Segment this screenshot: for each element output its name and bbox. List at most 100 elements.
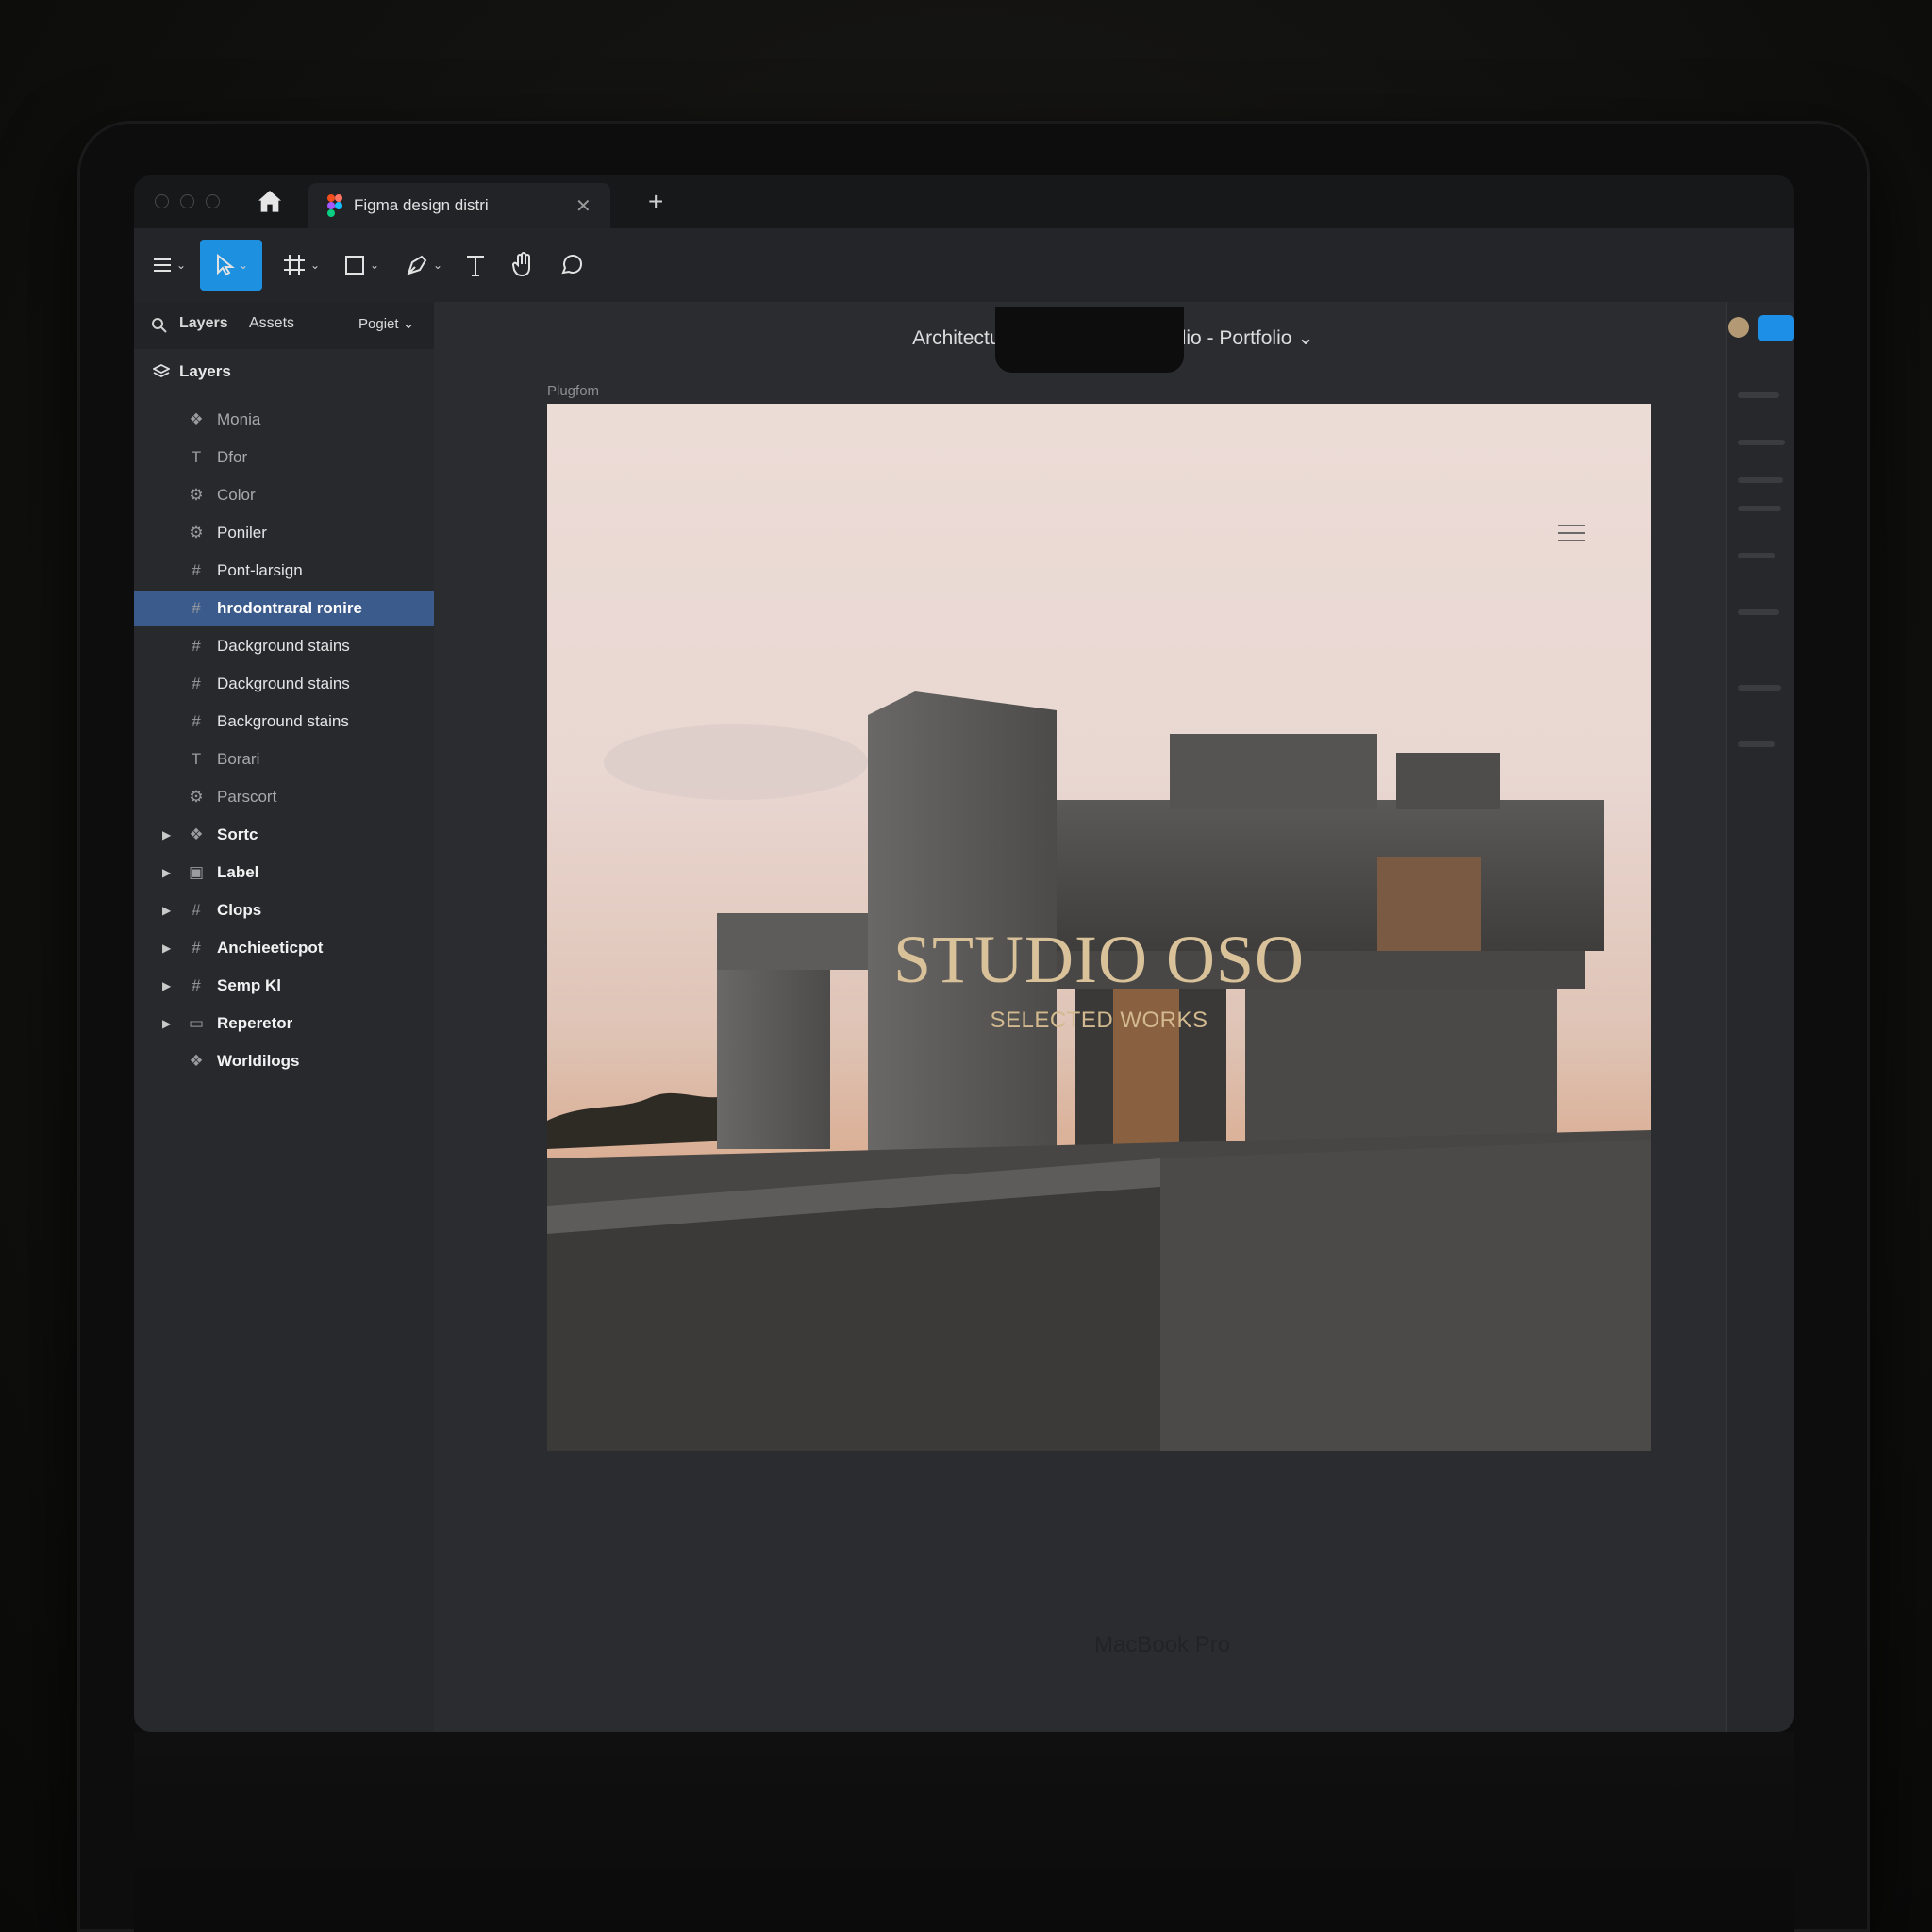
component-icon: ❖: [189, 825, 204, 843]
tab-assets[interactable]: Assets: [249, 315, 294, 332]
home-icon[interactable]: [255, 187, 285, 217]
frame-icon: #: [192, 976, 201, 994]
page-selector[interactable]: Pogiet ⌄: [358, 315, 414, 332]
text-icon: T: [191, 750, 202, 768]
browser-tab-bar: Figma design distri ✕ +: [134, 175, 1794, 228]
style-icon: ⚙: [189, 524, 204, 541]
layers-header-label: Layers: [179, 362, 231, 380]
expand-caret-icon[interactable]: ▶: [162, 828, 171, 841]
hero-title: STUDIO OSO: [892, 922, 1306, 997]
rectangle-icon: [344, 256, 364, 275]
layer-label: Worldilogs: [217, 1052, 300, 1070]
hand-tool-button[interactable]: [504, 240, 541, 291]
position-row[interactable]: [1738, 477, 1783, 483]
layers-panel: Layers ❖ Monia T Dfor ⚙ Color ⚙ Poniler # Pont-la…: [134, 349, 435, 1732]
layer-row[interactable]: ⚙ Poniler: [134, 515, 434, 551]
size-row[interactable]: [1738, 506, 1781, 511]
layer-label: Label: [217, 863, 259, 881]
comment-bubble-icon: [561, 255, 582, 275]
move-tool-button[interactable]: ⌄: [200, 240, 262, 291]
pen-nib-icon: [407, 255, 427, 275]
layer-label: Dackground stains: [217, 675, 350, 692]
expand-caret-icon[interactable]: ▶: [162, 866, 171, 879]
figma-window: Figma design distri ✕ + ⌄ ⌄ ⌄ ⌄ ⌄ Layers…: [134, 175, 1794, 1732]
cursor-arrow-icon: [216, 254, 235, 276]
style-icon: ⚙: [189, 486, 204, 504]
layer-row[interactable]: ⚙ Parscort: [134, 779, 434, 815]
stroke-section[interactable]: [1738, 685, 1781, 691]
frame-grid-icon: [283, 255, 305, 275]
tab-title: Figma design distri: [354, 196, 489, 214]
window-controls: [155, 194, 220, 208]
frame-icon: #: [192, 675, 201, 692]
layer-label: Sortc: [217, 825, 258, 843]
site-menu-icon[interactable]: [1558, 525, 1585, 547]
tab-layers[interactable]: Layers: [179, 315, 228, 332]
layer-section[interactable]: [1738, 553, 1775, 558]
layer-label: hrodontraral ronire: [217, 599, 362, 617]
layers-stack-icon: [153, 363, 170, 378]
layer-label: Dfor: [217, 448, 248, 466]
expand-caret-icon[interactable]: ▶: [162, 904, 171, 917]
design-canvas[interactable]: Architecturial Visualization studio - Po…: [434, 302, 1726, 1732]
device-brand-label: MacBook Pro: [1094, 1632, 1231, 1657]
effects-section[interactable]: [1738, 741, 1775, 747]
layer-row[interactable]: ❖ Monia: [134, 402, 434, 438]
portfolio-frame[interactable]: STUDIO OSO SELECTED WORKS: [547, 404, 1651, 1451]
image-icon: ▣: [188, 863, 205, 881]
figma-logo-icon: [327, 194, 342, 217]
zoom-window-button[interactable]: [206, 194, 220, 208]
layer-row[interactable]: # Background stains: [134, 704, 434, 740]
expand-caret-icon[interactable]: ▶: [162, 941, 171, 955]
expand-caret-icon[interactable]: ▶: [162, 1017, 171, 1030]
layer-row[interactable]: ⚙ Color: [134, 477, 434, 513]
layer-label: Clops: [217, 901, 262, 919]
alignment-row[interactable]: [1738, 440, 1785, 445]
frame-label[interactable]: Plugfom: [547, 383, 599, 399]
new-tab-button[interactable]: +: [648, 187, 663, 217]
layer-label: Monia: [217, 410, 261, 428]
layer-row[interactable]: # Dackground stains: [134, 628, 434, 664]
layer-row[interactable]: ▶ ❖ Sortc: [134, 817, 434, 853]
pen-tool-button[interactable]: ⌄: [398, 240, 449, 291]
layer-label: Semp Kl: [217, 976, 282, 994]
layer-row[interactable]: # Pont-larsign: [134, 553, 434, 589]
layer-row[interactable]: ▶ # Semp Kl: [134, 968, 434, 1004]
text-tool-button[interactable]: [457, 240, 494, 291]
expand-caret-icon[interactable]: ▶: [162, 979, 171, 992]
shape-tool-button[interactable]: ⌄: [336, 240, 387, 291]
close-tab-icon[interactable]: ✕: [575, 194, 591, 218]
folder-icon: ▭: [188, 1014, 205, 1032]
layer-row[interactable]: T Dfor: [134, 440, 434, 475]
design-tab[interactable]: [1738, 392, 1779, 398]
layer-label: Color: [217, 486, 256, 504]
layer-row[interactable]: # Dackground stains: [134, 666, 434, 702]
layer-row[interactable]: ❖ Worldilogs: [134, 1043, 434, 1079]
layer-row[interactable]: ▶ # Anchieeticpot: [134, 930, 434, 966]
layer-label: Anchieeticpot: [217, 939, 324, 957]
hamburger-icon: [153, 258, 171, 272]
main-menu-button[interactable]: ⌄: [147, 240, 191, 291]
layer-row[interactable]: ▶ # Clops: [134, 892, 434, 928]
user-avatar[interactable]: [1728, 317, 1749, 338]
layer-row[interactable]: # hrodontraral ronire: [134, 591, 434, 626]
figma-toolbar: ⌄ ⌄ ⌄ ⌄ ⌄: [134, 228, 1794, 303]
layer-row[interactable]: ▶ ▣ Label: [134, 855, 434, 891]
fill-section[interactable]: [1738, 609, 1779, 615]
minimize-window-button[interactable]: [180, 194, 194, 208]
frame-tool-button[interactable]: ⌄: [275, 240, 326, 291]
frame-icon: #: [192, 712, 201, 730]
hand-icon: [512, 252, 530, 277]
tab-figma-file[interactable]: Figma design distri ✕: [308, 183, 610, 228]
close-window-button[interactable]: [155, 194, 169, 208]
layer-row[interactable]: ▶ ▭ Reperetor: [134, 1006, 434, 1041]
comment-tool-button[interactable]: [553, 240, 591, 291]
layer-label: Parscort: [217, 788, 277, 806]
layer-label: Dackground stains: [217, 637, 350, 655]
share-button[interactable]: [1758, 315, 1794, 341]
laptop-keyboard-area: [134, 1732, 1794, 1932]
style-icon: ⚙: [189, 788, 204, 806]
search-icon[interactable]: [151, 317, 168, 334]
layer-label: Pont-larsign: [217, 561, 303, 579]
layer-row[interactable]: T Borari: [134, 741, 434, 777]
